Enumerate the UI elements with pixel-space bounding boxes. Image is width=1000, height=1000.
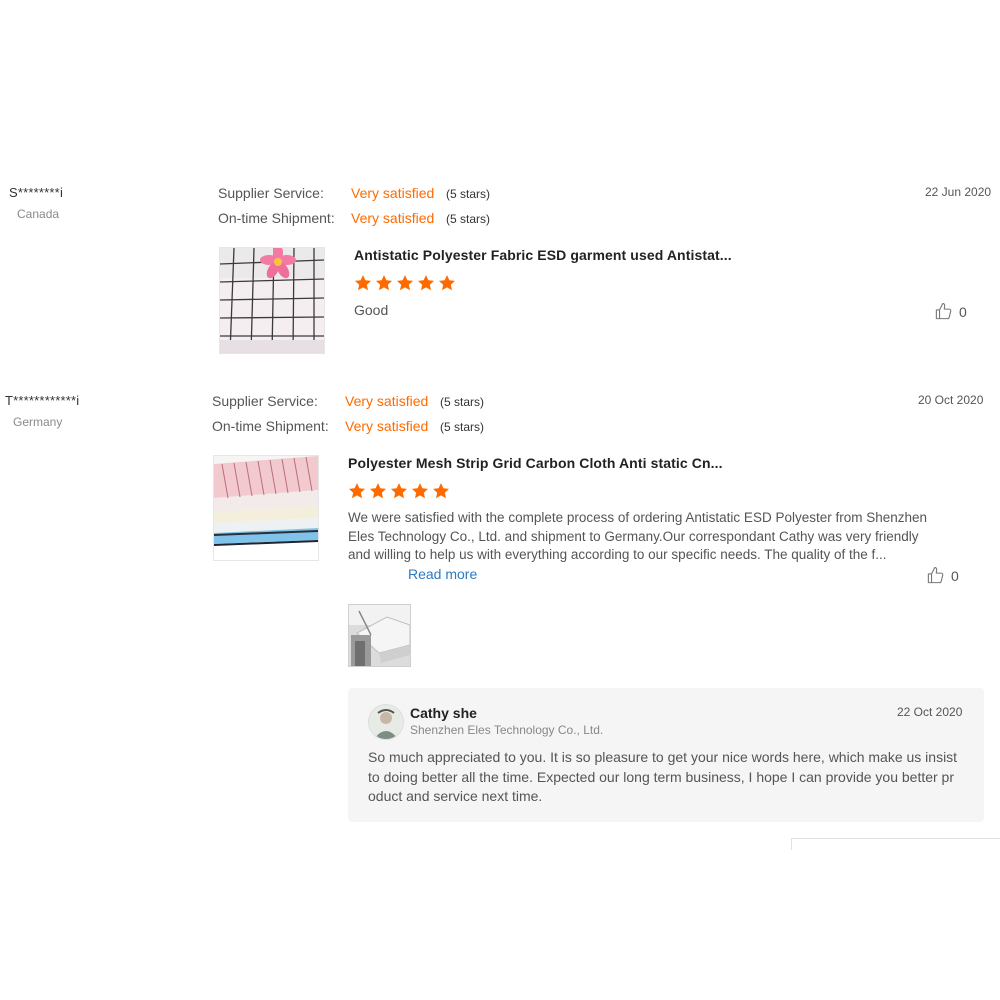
shipment-stars: (5 stars) — [440, 420, 485, 434]
like-button[interactable]: 0 — [934, 302, 967, 321]
thumbs-up-icon — [927, 567, 944, 584]
like-count: 0 — [951, 567, 959, 584]
review-date: 20 Oct 2020 — [918, 393, 984, 407]
star-icon — [438, 275, 456, 291]
supplier-service-stars: (5 stars) — [446, 187, 491, 201]
star-icon — [354, 275, 372, 291]
reviewer-country: Canada — [17, 207, 60, 221]
supplier-reply: Cathy she Shenzhen Eles Technology Co., … — [348, 688, 984, 822]
shipment-label: On-time Shipment: — [218, 210, 335, 226]
shipment-value: Very satisfied — [345, 418, 429, 434]
divider — [791, 838, 792, 850]
review-comment-text: We were satisfied with the complete proc… — [348, 510, 928, 563]
avatar — [368, 704, 404, 740]
star-icon — [396, 275, 414, 291]
reply-text: So much appreciated to you. It is so ple… — [368, 749, 958, 804]
thumbs-up-icon — [935, 303, 952, 320]
star-rating — [348, 482, 450, 500]
supplier-service-stars: (5 stars) — [440, 395, 485, 409]
review-date: 22 Jun 2020 — [925, 185, 992, 199]
star-icon — [432, 483, 450, 499]
reply-author-name: Cathy she — [410, 705, 477, 721]
product-title[interactable]: Antistatic Polyester Fabric ESD garment … — [354, 247, 732, 263]
supplier-service-value: Very satisfied — [351, 185, 435, 201]
reviewer-name: S********i — [9, 185, 64, 200]
review-comment: Good — [354, 302, 389, 318]
star-icon — [375, 275, 393, 291]
shipment-value: Very satisfied — [351, 210, 435, 226]
like-count: 0 — [959, 303, 967, 320]
reviewer-country: Germany — [13, 415, 63, 429]
star-icon — [411, 483, 429, 499]
star-icon — [369, 483, 387, 499]
product-image — [214, 456, 318, 560]
review-photo[interactable] — [348, 604, 411, 667]
product-image — [220, 248, 324, 353]
shipment-label: On-time Shipment: — [212, 418, 329, 434]
read-more-link[interactable]: Read more — [408, 566, 477, 582]
divider — [792, 838, 1000, 839]
supplier-service-label: Supplier Service: — [218, 185, 324, 201]
supplier-service-label: Supplier Service: — [212, 393, 318, 409]
shipment-stars: (5 stars) — [446, 212, 491, 226]
star-rating — [354, 274, 456, 292]
like-button[interactable]: 0 — [926, 566, 959, 585]
product-thumbnail[interactable] — [213, 455, 319, 561]
reply-company: Shenzhen Eles Technology Co., Ltd. — [410, 723, 604, 737]
star-icon — [390, 483, 408, 499]
supplier-service-value: Very satisfied — [345, 393, 429, 409]
reply-date: 22 Oct 2020 — [897, 705, 963, 719]
product-thumbnail[interactable] — [219, 247, 325, 354]
product-title[interactable]: Polyester Mesh Strip Grid Carbon Cloth A… — [348, 455, 723, 471]
star-icon — [417, 275, 435, 291]
review-photo-image — [349, 605, 410, 666]
star-icon — [348, 483, 366, 499]
reviewer-name: T************i — [5, 393, 80, 408]
avatar-image — [369, 705, 403, 739]
review-comment: We were satisfied with the complete proc… — [348, 509, 928, 584]
